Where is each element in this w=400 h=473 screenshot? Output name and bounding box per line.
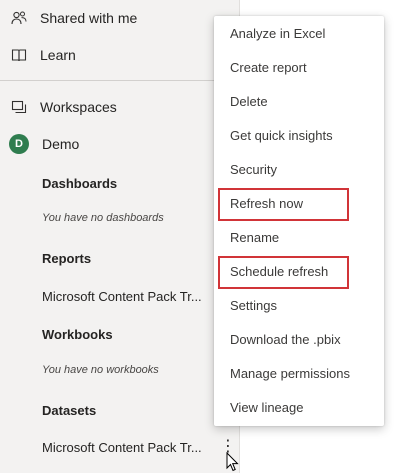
report-item[interactable]: Microsoft Content Pack Tr...	[42, 289, 202, 304]
dashboards-empty-note: You have no dashboards	[42, 212, 164, 224]
nav-divider	[0, 80, 240, 81]
context-menu: Analyze in Excel Create report Delete Ge…	[214, 16, 384, 426]
nav-item-demo-workspace[interactable]: D Demo	[0, 130, 79, 158]
nav-item-shared-with-me[interactable]: Shared with me	[0, 4, 137, 32]
nav-item-learn[interactable]: Learn	[0, 41, 76, 69]
refresh-now-highlight	[218, 188, 349, 221]
menu-item-analyze-in-excel[interactable]: Analyze in Excel	[230, 23, 325, 45]
nav-item-label: Shared with me	[40, 10, 138, 26]
shared-people-icon	[11, 10, 27, 26]
nav-item-label: Workspaces	[40, 99, 117, 115]
workbooks-empty-note: You have no workbooks	[42, 364, 159, 376]
menu-item-rename[interactable]: Rename	[230, 227, 279, 249]
book-icon	[11, 47, 27, 63]
menu-item-get-quick-insights[interactable]: Get quick insights	[230, 125, 333, 147]
schedule-refresh-highlight	[218, 256, 349, 289]
mouse-pointer-icon	[226, 452, 239, 472]
menu-item-create-report[interactable]: Create report	[230, 57, 307, 79]
dashboards-header: Dashboards	[42, 176, 118, 191]
menu-item-delete[interactable]: Delete	[230, 91, 268, 113]
reports-header: Reports	[42, 251, 92, 266]
workbooks-header: Workbooks	[42, 327, 113, 342]
workspaces-icon	[11, 99, 27, 115]
menu-item-view-lineage[interactable]: View lineage	[230, 397, 303, 419]
dataset-item[interactable]: Microsoft Content Pack Tr...	[42, 440, 202, 455]
nav-item-label: Demo	[42, 136, 80, 152]
workspace-avatar: D	[9, 134, 29, 154]
menu-item-security[interactable]: Security	[230, 159, 277, 181]
nav-item-label: Learn	[40, 47, 76, 63]
nav-item-workspaces[interactable]: Workspaces	[0, 93, 117, 121]
navigation-pane: Shared with me Learn Workspaces D Demo D…	[0, 0, 240, 473]
menu-item-download-pbix[interactable]: Download the .pbix	[230, 329, 341, 351]
menu-item-settings[interactable]: Settings	[230, 295, 277, 317]
menu-item-manage-permissions[interactable]: Manage permissions	[230, 363, 350, 385]
datasets-header: Datasets	[42, 403, 97, 418]
avatar-initial: D	[15, 138, 23, 150]
